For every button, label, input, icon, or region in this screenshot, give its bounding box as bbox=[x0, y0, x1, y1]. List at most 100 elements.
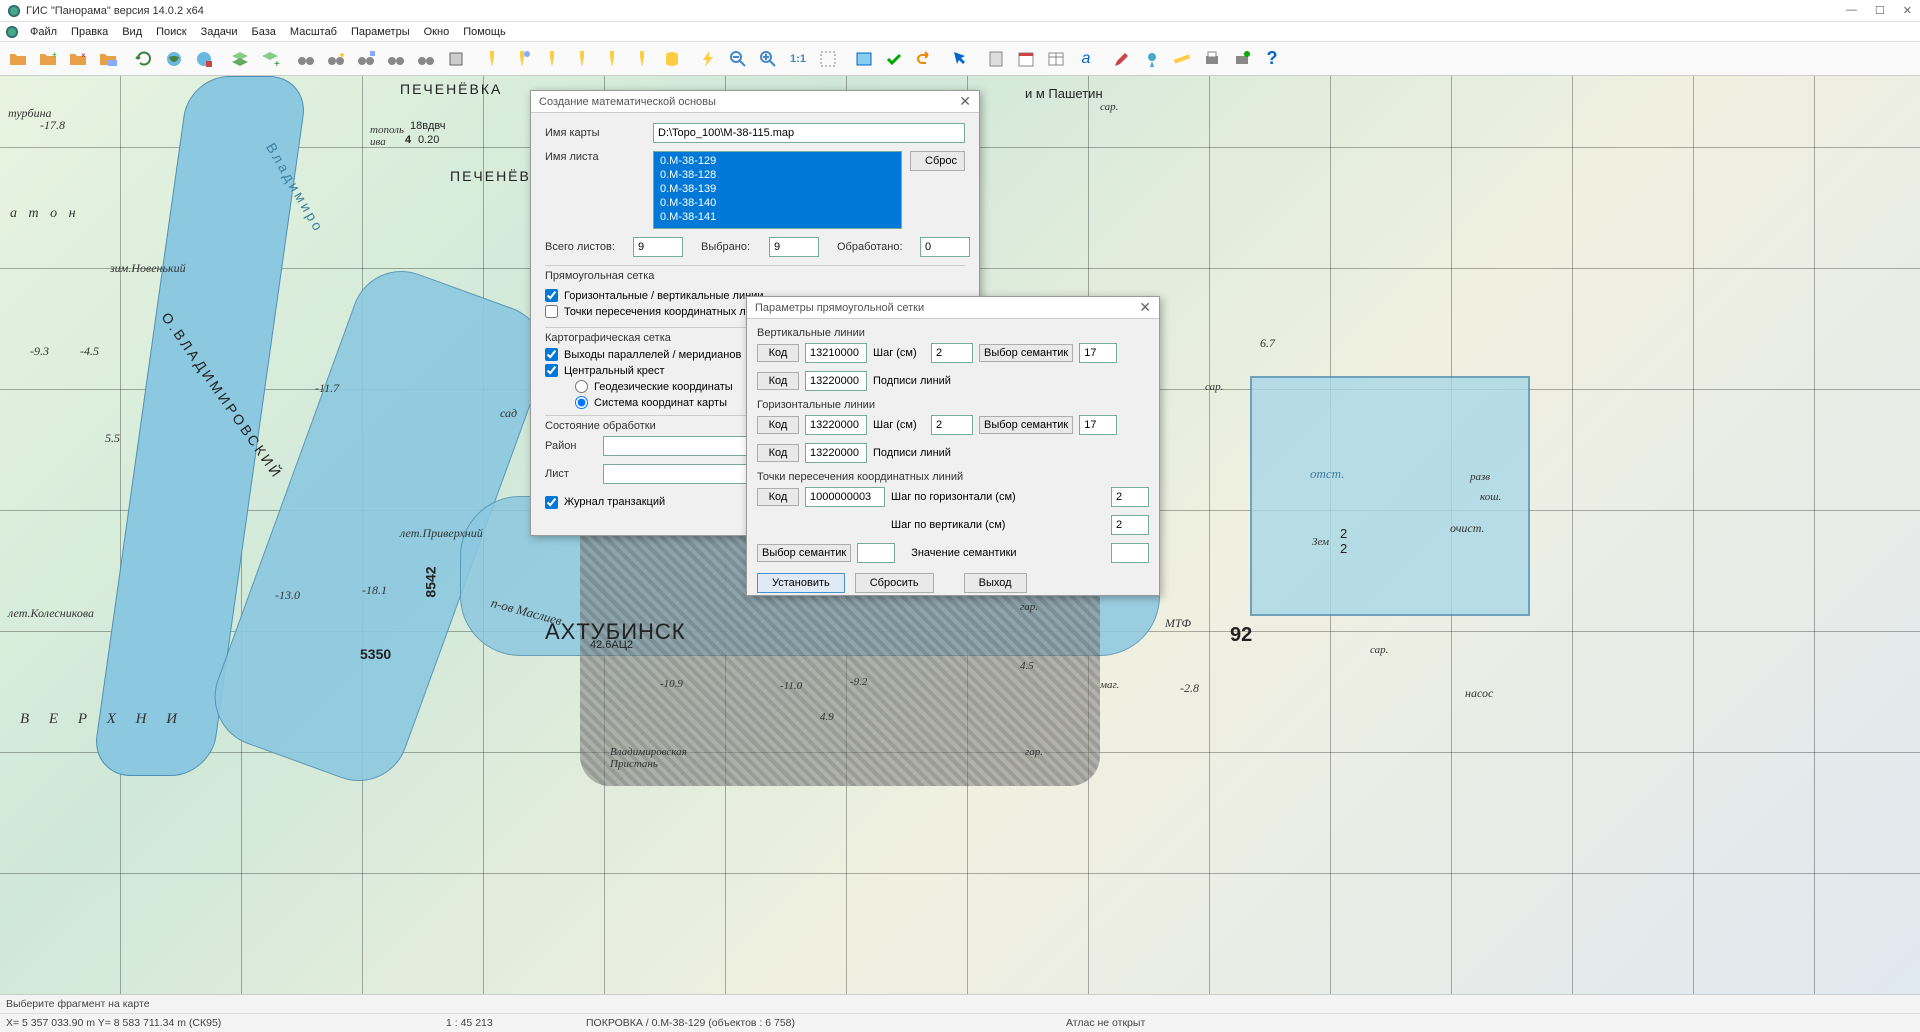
tool-binoc[interactable] bbox=[292, 45, 320, 73]
tool-window-1[interactable] bbox=[850, 45, 878, 73]
tool-close-folder[interactable]: × bbox=[64, 45, 92, 73]
tool-pen-1[interactable] bbox=[1108, 45, 1136, 73]
menu-window[interactable]: Окно bbox=[418, 24, 456, 40]
radio-geo[interactable] bbox=[575, 380, 588, 393]
tool-print-2[interactable] bbox=[1228, 45, 1256, 73]
menu-scale[interactable]: Масштаб bbox=[284, 24, 343, 40]
tool-add-folder[interactable]: + bbox=[34, 45, 62, 73]
horiz-sem-input[interactable] bbox=[1079, 415, 1117, 435]
close-button[interactable]: ✕ bbox=[1903, 4, 1912, 17]
horiz-sem-btn[interactable]: Выбор семантик bbox=[979, 416, 1073, 434]
tool-binoc-2[interactable] bbox=[322, 45, 350, 73]
reset-button[interactable]: Сбросить bbox=[855, 573, 934, 593]
exit-button[interactable]: Выход bbox=[964, 573, 1027, 593]
vert-sem-input[interactable] bbox=[1079, 343, 1117, 363]
tool-zoom-out[interactable] bbox=[724, 45, 752, 73]
vert-code2-input[interactable] bbox=[805, 371, 867, 391]
tool-open-folder[interactable] bbox=[4, 45, 32, 73]
tool-layers-add[interactable]: + bbox=[256, 45, 284, 73]
menu-view[interactable]: Вид bbox=[116, 24, 148, 40]
processed-value[interactable] bbox=[920, 237, 970, 257]
horiz-code1-input[interactable] bbox=[805, 415, 867, 435]
chk-horiz-vert[interactable] bbox=[545, 289, 558, 302]
step-vert-input[interactable] bbox=[1111, 515, 1149, 535]
chk-journal[interactable] bbox=[545, 496, 558, 509]
menu-search[interactable]: Поиск bbox=[150, 24, 192, 40]
chk-intersect[interactable] bbox=[545, 305, 558, 318]
tool-lightning[interactable] bbox=[694, 45, 722, 73]
map-name-input[interactable] bbox=[653, 123, 965, 143]
intersect-code-btn[interactable]: Код bbox=[757, 488, 799, 506]
map-label: насос bbox=[1465, 686, 1493, 701]
map-label: ПЕЧЕНЁВКА bbox=[400, 81, 502, 97]
vert-sem-btn[interactable]: Выбор семантик bbox=[979, 344, 1073, 362]
sheet-listbox[interactable]: 0.M-38-129 0.M-38-128 0.M-38-139 0.M-38-… bbox=[653, 151, 902, 229]
tool-text-a[interactable]: a bbox=[1072, 45, 1100, 73]
reset-sheets-button[interactable]: Сброс bbox=[910, 151, 965, 171]
tool-refresh[interactable] bbox=[130, 45, 158, 73]
tool-flashlight-5[interactable] bbox=[598, 45, 626, 73]
map-label: 0.20 bbox=[418, 134, 439, 146]
total-sheets-value[interactable] bbox=[633, 237, 683, 257]
dialog1-close-icon[interactable]: ✕ bbox=[959, 93, 971, 110]
sem-small-input[interactable] bbox=[857, 543, 895, 563]
tool-db[interactable] bbox=[658, 45, 686, 73]
tool-calendar[interactable] bbox=[1012, 45, 1040, 73]
status-atlas: Атлас не открыт bbox=[1066, 1017, 1145, 1029]
tool-zoom-in[interactable] bbox=[754, 45, 782, 73]
tool-table[interactable] bbox=[1042, 45, 1070, 73]
tool-flashlight-1[interactable] bbox=[478, 45, 506, 73]
tool-flashlight-3[interactable] bbox=[538, 45, 566, 73]
map-label: 8542 bbox=[423, 566, 439, 597]
tool-check[interactable] bbox=[880, 45, 908, 73]
tool-settings[interactable] bbox=[442, 45, 470, 73]
horiz-code2-input[interactable] bbox=[805, 443, 867, 463]
map-label: а т о н bbox=[10, 206, 80, 222]
radio-map-cs[interactable] bbox=[575, 396, 588, 409]
tool-extent[interactable] bbox=[814, 45, 842, 73]
menu-file[interactable]: Файл bbox=[24, 24, 63, 40]
tool-undo[interactable] bbox=[910, 45, 938, 73]
tool-binoc-5[interactable] bbox=[412, 45, 440, 73]
tool-pin[interactable] bbox=[1138, 45, 1166, 73]
tool-flashlight-4[interactable] bbox=[568, 45, 596, 73]
tool-flashlight-2[interactable] bbox=[508, 45, 536, 73]
tool-globe-edit[interactable] bbox=[160, 45, 188, 73]
tool-ruler[interactable] bbox=[1168, 45, 1196, 73]
intersect-code-input[interactable] bbox=[805, 487, 885, 507]
chk-parallels[interactable] bbox=[545, 348, 558, 361]
map-label: -11.7 bbox=[315, 381, 339, 396]
horiz-code2-btn[interactable]: Код bbox=[757, 444, 799, 462]
tool-layers[interactable] bbox=[226, 45, 254, 73]
vert-code2-btn[interactable]: Код bbox=[757, 372, 799, 390]
tool-help[interactable]: ? bbox=[1258, 45, 1286, 73]
minimize-button[interactable]: — bbox=[1846, 4, 1857, 17]
tool-print[interactable] bbox=[1198, 45, 1226, 73]
tool-flashlight-6[interactable] bbox=[628, 45, 656, 73]
tool-calc[interactable] bbox=[982, 45, 1010, 73]
menu-params[interactable]: Параметры bbox=[345, 24, 416, 40]
menu-tasks[interactable]: Задачи bbox=[195, 24, 244, 40]
menu-base[interactable]: База bbox=[246, 24, 282, 40]
horiz-step-input[interactable] bbox=[931, 415, 973, 435]
tool-pointer[interactable] bbox=[946, 45, 974, 73]
maximize-button[interactable]: ☐ bbox=[1875, 4, 1885, 17]
tool-binoc-3[interactable] bbox=[352, 45, 380, 73]
menu-edit[interactable]: Правка bbox=[65, 24, 114, 40]
vert-code1-input[interactable] bbox=[805, 343, 867, 363]
step-horiz-input[interactable] bbox=[1111, 487, 1149, 507]
sem-btn[interactable]: Выбор семантик bbox=[757, 544, 851, 562]
horiz-code1-btn[interactable]: Код bbox=[757, 416, 799, 434]
tool-binoc-4[interactable] bbox=[382, 45, 410, 73]
menu-help[interactable]: Помощь bbox=[457, 24, 512, 40]
tool-scale-11[interactable]: 1:1 bbox=[784, 45, 812, 73]
tool-dbm-folder[interactable] bbox=[94, 45, 122, 73]
selected-value[interactable] bbox=[769, 237, 819, 257]
vert-step-input[interactable] bbox=[931, 343, 973, 363]
sem-value-input[interactable] bbox=[1111, 543, 1149, 563]
tool-globe-save[interactable] bbox=[190, 45, 218, 73]
vert-code1-btn[interactable]: Код bbox=[757, 344, 799, 362]
dialog2-close-icon[interactable]: ✕ bbox=[1139, 299, 1151, 316]
chk-cross[interactable] bbox=[545, 364, 558, 377]
set-button[interactable]: Установить bbox=[757, 573, 845, 593]
